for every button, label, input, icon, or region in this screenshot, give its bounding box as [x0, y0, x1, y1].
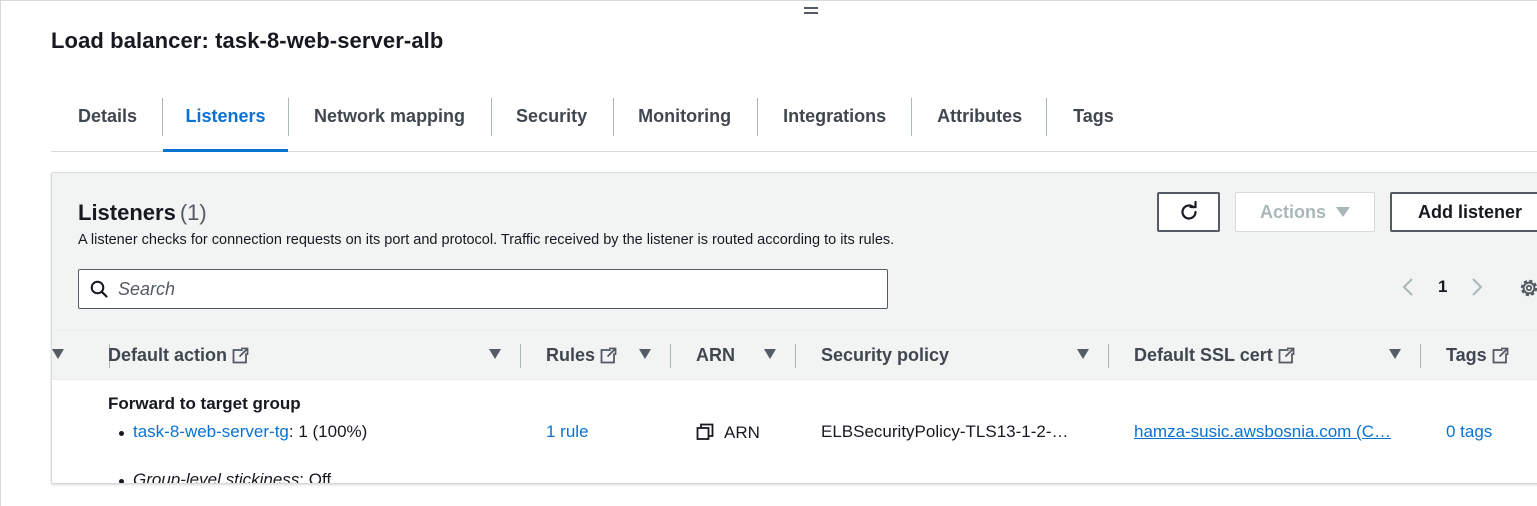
- gear-icon[interactable]: [1518, 277, 1537, 299]
- search-field[interactable]: [78, 269, 888, 309]
- tab-network-mapping[interactable]: Network mapping: [288, 96, 491, 151]
- load-balancer-page: Load balancer: task-8-web-server-alb Det…: [0, 0, 1537, 506]
- arn-value: ARN: [724, 423, 760, 442]
- column-header-security-policy[interactable]: Security policy: [821, 345, 949, 366]
- refresh-button[interactable]: [1157, 192, 1220, 232]
- panel-description: A listener checks for connection request…: [78, 232, 895, 248]
- tab-label: Details: [78, 106, 138, 126]
- ssl-cert-link[interactable]: hamza-susic.awsbosnia.com (C…: [1134, 422, 1391, 442]
- sort-icon[interactable]: [639, 349, 651, 359]
- stickiness-value: : Off: [299, 470, 332, 484]
- target-group-link[interactable]: task-8-web-server-tg: [133, 422, 289, 441]
- target-group-weight: : 1 (100%): [288, 422, 368, 441]
- column-divider[interactable]: [795, 344, 796, 368]
- security-policy-value: ELBSecurityPolicy-TLS13-1-2-…: [821, 422, 1069, 441]
- panel-title-text: Listeners: [78, 200, 176, 225]
- tab-label: Listeners: [185, 106, 266, 126]
- external-link-icon: [1278, 347, 1295, 364]
- pagination: 1: [1402, 277, 1483, 297]
- tab-monitoring[interactable]: Monitoring: [613, 96, 757, 151]
- tab-label: Security: [516, 106, 588, 126]
- arn-copy[interactable]: ARN: [696, 423, 760, 443]
- sort-icon[interactable]: [52, 349, 64, 359]
- panel-header: Listeners (1) A listener checks for conne…: [52, 173, 1537, 330]
- tab-attributes[interactable]: Attributes: [911, 96, 1046, 151]
- add-listener-button[interactable]: Add listener: [1390, 192, 1537, 232]
- external-link-icon: [1492, 347, 1509, 364]
- tab-security[interactable]: Security: [491, 96, 613, 151]
- tab-tags[interactable]: Tags: [1046, 96, 1140, 151]
- stickiness-item: Group-level stickiness: Off: [108, 470, 1537, 484]
- sort-icon[interactable]: [764, 349, 776, 359]
- page-number[interactable]: 1: [1438, 277, 1447, 297]
- tab-integrations[interactable]: Integrations: [757, 96, 911, 151]
- column-label: ARN: [696, 345, 735, 365]
- external-link-icon: [232, 347, 249, 364]
- listeners-panel: Listeners (1) A listener checks for conne…: [51, 172, 1537, 484]
- tab-label: Network mapping: [314, 106, 466, 126]
- default-action-title: Forward to target group: [108, 394, 301, 413]
- table-row: Forward to target group task-8-web-serve…: [52, 380, 1537, 484]
- tab-label: Monitoring: [638, 106, 732, 126]
- column-label: Default action: [108, 345, 228, 365]
- external-link-icon: [600, 347, 617, 364]
- tab-label: Attributes: [937, 106, 1023, 126]
- tags-link[interactable]: 0 tags: [1446, 422, 1492, 442]
- column-header-arn[interactable]: ARN: [696, 345, 735, 366]
- tab-details[interactable]: Details: [51, 96, 162, 151]
- add-listener-label: Add listener: [1417, 201, 1523, 222]
- column-header-rules[interactable]: Rules: [546, 345, 617, 366]
- sort-icon[interactable]: [489, 349, 501, 359]
- column-divider[interactable]: [1108, 344, 1109, 368]
- tab-bar: Details Listeners Network mapping Securi…: [51, 96, 1537, 152]
- column-label: Default SSL cert: [1134, 345, 1273, 365]
- caret-down-icon: [1336, 207, 1350, 217]
- column-header-default-action[interactable]: Default action: [108, 345, 249, 366]
- column-header-default-ssl-cert[interactable]: Default SSL cert: [1134, 345, 1295, 366]
- listener-count: (1): [179, 200, 207, 225]
- actions-label: Actions: [1259, 201, 1326, 222]
- tab-label: Integrations: [783, 106, 887, 126]
- refresh-icon: [1180, 201, 1197, 220]
- column-divider[interactable]: [670, 344, 671, 368]
- tab-listeners[interactable]: Listeners: [162, 96, 289, 152]
- sort-icon[interactable]: [1389, 349, 1401, 359]
- sort-icon[interactable]: [1077, 349, 1089, 359]
- rules-link[interactable]: 1 rule: [546, 422, 589, 442]
- column-header-tags[interactable]: Tags: [1446, 345, 1509, 366]
- chevron-right-icon[interactable]: [1471, 277, 1483, 297]
- column-divider[interactable]: [520, 344, 521, 368]
- column-label: Tags: [1446, 345, 1487, 365]
- search-icon: [90, 280, 108, 298]
- column-label: Security policy: [821, 345, 950, 365]
- drag-handle-icon[interactable]: [804, 7, 818, 17]
- page-title: Load balancer: task-8-web-server-alb: [51, 28, 444, 53]
- column-divider[interactable]: [1420, 344, 1421, 368]
- table-header: Default action Rules ARN Security policy: [52, 330, 1537, 380]
- stickiness-label: Group-level stickiness: [133, 470, 300, 484]
- tab-listeners-active: Listeners: [163, 96, 289, 152]
- panel-title: Listeners (1): [78, 200, 207, 226]
- column-label: Rules: [546, 345, 596, 365]
- chevron-left-icon[interactable]: [1402, 277, 1414, 297]
- copy-icon[interactable]: [696, 423, 714, 441]
- actions-button[interactable]: Actions: [1235, 192, 1375, 232]
- tab-label: Tags: [1073, 106, 1114, 126]
- search-input[interactable]: [118, 278, 858, 300]
